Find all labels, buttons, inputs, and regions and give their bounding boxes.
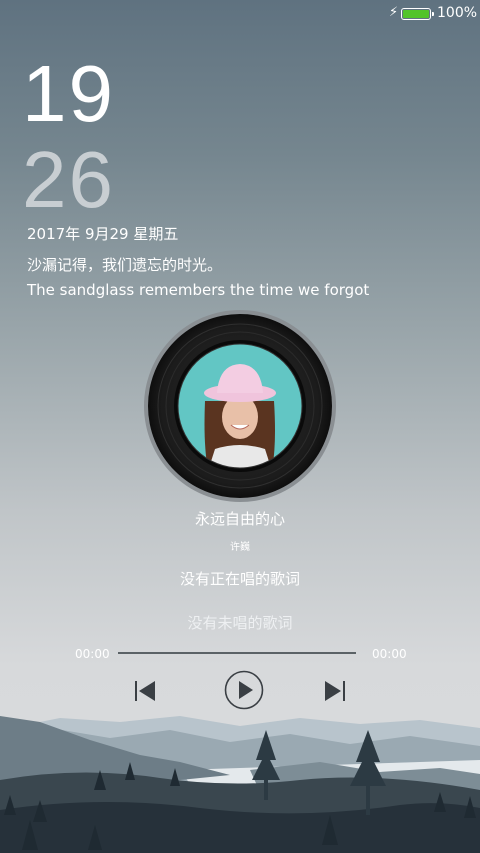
album-disc[interactable] <box>143 309 337 503</box>
date-text: 2017年 9月29 星期五 <box>27 225 179 243</box>
battery-percentage: 100% <box>437 5 478 21</box>
quote-chinese: 沙漏记得，我们遗忘的时光。 <box>27 256 223 274</box>
lyric-next: 没有未唱的歌词 <box>187 614 293 632</box>
time-elapsed: 00:00 <box>75 647 110 661</box>
lyric-current: 没有正在唱的歌词 <box>179 570 300 588</box>
artist-name: 许巍 <box>230 542 250 553</box>
battery-icon <box>401 8 434 20</box>
time-total: 00:00 <box>372 647 407 661</box>
progress-bar[interactable] <box>118 652 356 654</box>
skip-next-icon <box>325 681 345 701</box>
battery-level-fill <box>403 10 429 18</box>
clock-hour: 19 <box>22 49 115 138</box>
landscape-illustration <box>0 716 480 853</box>
clock-minute: 26 <box>22 135 115 224</box>
quote-english: The sandglass remembers the time we forg… <box>27 281 370 299</box>
song-title: 永远自由的心 <box>194 510 285 528</box>
charging-icon: ⚡ <box>389 5 399 20</box>
status-bar: ⚡ 100% <box>0 0 480 28</box>
skip-previous-icon <box>135 681 155 701</box>
